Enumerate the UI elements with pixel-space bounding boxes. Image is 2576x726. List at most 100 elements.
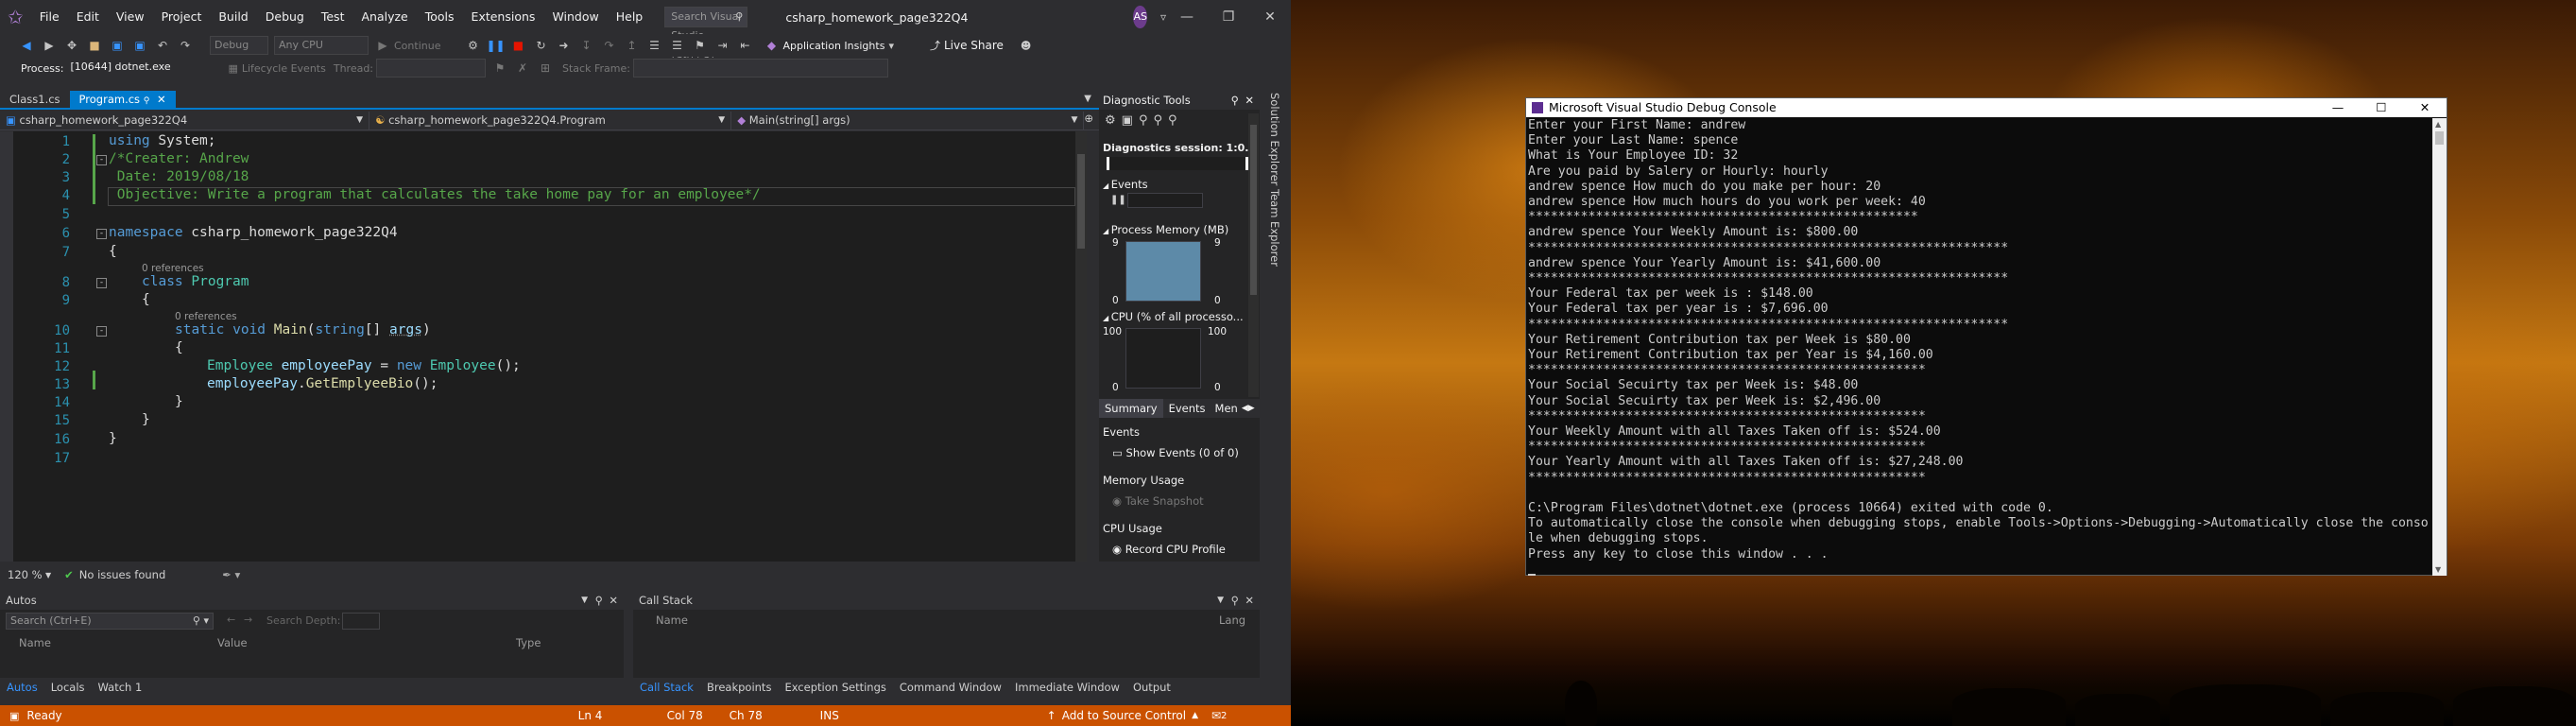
minimize-icon[interactable]: — [2316,98,2360,117]
menu-test[interactable]: Test [313,0,353,34]
console-scrollbar[interactable]: ▲ ▼ [2432,118,2447,576]
pin-icon[interactable]: ⚲ [1231,91,1239,110]
tab-overflow-icon[interactable]: ▼ [1084,91,1091,108]
tab-exception-settings[interactable]: Exception Settings [778,678,892,697]
live-share-icon[interactable]: ⤴ [930,38,940,53]
tab-events[interactable]: Events [1163,399,1211,418]
issues-status[interactable]: No issues found [79,568,165,581]
outdent-icon[interactable]: ⇤ [735,36,754,55]
tab-breakpoints[interactable]: Breakpoints [700,678,778,697]
scrollbar-thumb[interactable] [1077,154,1085,249]
notifications-icon[interactable]: ✉ [1211,709,1221,722]
lifecycle-events-button[interactable]: Lifecycle Events [242,62,326,75]
open-file-icon[interactable]: ■ [85,36,104,55]
visual-studio-logo-icon[interactable]: ✩ [8,5,24,29]
configuration-dropdown[interactable]: Debug [210,36,268,55]
column-lang[interactable]: Lang [1219,614,1245,627]
close-tab-icon[interactable]: ✕ [157,93,166,106]
split-icon[interactable]: ⊕ [1084,112,1093,130]
menu-window[interactable]: Window [543,0,607,34]
undo-icon[interactable]: ↶ [153,36,172,55]
flag-icon[interactable]: ⚑ [490,59,509,78]
step-over-icon[interactable]: ↷ [599,36,618,55]
column-name[interactable]: Name [19,636,51,649]
feedback-icon[interactable]: ☻ [1021,40,1031,52]
new-project-icon[interactable]: ✥ [62,36,81,55]
tab-output[interactable]: Output [1126,678,1177,697]
pause-icon[interactable]: ❚❚ [486,36,505,55]
status-line[interactable]: Ln 4 [578,709,667,722]
reset-zoom-icon[interactable]: ⚲ [1168,113,1177,134]
debug-console-window[interactable]: Microsoft Visual Studio Debug Console — … [1525,97,2447,576]
search-depth-dropdown[interactable] [342,613,380,630]
member-dropdown[interactable]: ◆ Main(string[] args) ▼ [731,112,1085,130]
column-name[interactable]: Name [656,614,688,627]
diagnostics-scrollbar[interactable] [1248,113,1259,397]
tab-scroll-icon[interactable]: ◀▶ [1242,399,1255,418]
autos-search-input[interactable]: Search (Ctrl+E) ⚲ ▾ [6,613,214,630]
chevron-up-icon[interactable]: ▲ [1192,711,1198,720]
collapse-icon[interactable]: ◢ [1103,227,1111,235]
bookmark-icon[interactable]: ⚑ [690,36,709,55]
comment-icon[interactable]: ☰ [667,36,686,55]
menu-help[interactable]: Help [608,0,652,34]
references-codelens[interactable]: 0 references [175,311,237,322]
references-codelens[interactable]: 0 references [142,263,204,274]
menu-debug[interactable]: Debug [257,0,313,34]
menu-extensions[interactable]: Extensions [463,0,544,34]
continue-icon[interactable]: ▶ [373,36,392,55]
application-insights-dropdown-icon[interactable]: ▾ [888,40,894,52]
close-icon[interactable]: ✕ [1249,0,1291,34]
maximize-icon[interactable]: ☐ [2360,98,2403,117]
forward-icon[interactable]: ▶ [40,36,59,55]
tab-autos[interactable]: Autos [0,678,44,697]
save-all-icon[interactable]: ▣ [130,36,149,55]
column-type[interactable]: Type [516,636,541,649]
menu-build[interactable]: Build [210,0,256,34]
timeline-ruler[interactable] [1107,157,1248,170]
menu-view[interactable]: View [108,0,153,34]
stack-frame-dropdown[interactable] [632,59,888,78]
application-insights-button[interactable]: Application Insights [782,40,884,52]
tab-team-explorer[interactable]: Team Explorer [1268,189,1281,267]
editor-vertical-scrollbar[interactable] [1075,131,1087,562]
hot-reload-icon[interactable]: ⚙ [463,36,482,55]
process-dropdown[interactable]: [10644] dotnet.exe [66,59,214,78]
tab-immediate-window[interactable]: Immediate Window [1008,678,1126,697]
pause-break-icon[interactable]: ❚❚ [1110,195,1126,205]
diag-icon[interactable]: ☰ [644,36,663,55]
restart-icon[interactable]: ↻ [531,36,550,55]
zoom-in-icon[interactable]: ⚲ [1139,113,1148,134]
continue-button[interactable]: Continue [394,40,440,52]
status-insert-mode[interactable]: INS [820,709,1047,722]
dropdown-icon[interactable]: ▼ [581,591,588,610]
menu-project[interactable]: Project [153,0,211,34]
scroll-down-icon[interactable]: ▼ [2435,565,2441,574]
record-cpu-button[interactable]: ◉ Record CPU Profile [1112,543,1226,556]
step-out-icon[interactable]: ↥ [622,36,641,55]
close-icon[interactable]: ✕ [609,591,618,610]
menu-edit[interactable]: Edit [68,0,108,34]
search-forward-icon[interactable]: → [244,614,252,626]
pin-icon[interactable]: ⚲ [144,96,150,106]
save-icon[interactable]: ▣ [108,36,127,55]
tab-locals[interactable]: Locals [44,678,92,697]
thread-dropdown[interactable] [376,59,487,78]
avatar[interactable]: AS [1133,6,1147,28]
dropdown-icon[interactable]: ▼ [1217,591,1224,610]
close-icon[interactable]: ✕ [2403,98,2447,117]
code-editor[interactable]: 1 2 3 4 5 6 7 8 9 10 11 12 13 14 15 16 1… [0,131,1087,562]
tab-call-stack[interactable]: Call Stack [633,678,700,697]
tab-class1[interactable]: Class1.cs [0,91,70,108]
status-column[interactable]: Col 78 [667,709,730,722]
indent-icon[interactable]: ⇥ [713,36,731,55]
zoom-dropdown-icon[interactable]: ▼ [45,571,51,579]
lifecycle-events-icon[interactable]: ▦ [228,62,237,75]
search-input[interactable]: Search Visual Studio (Ctrl+Q) ⚲ [664,7,748,60]
stop-icon[interactable]: ■ [508,36,527,55]
collapse-icon[interactable]: ◢ [1103,182,1111,190]
pin-icon[interactable]: ⚲ [1231,591,1239,610]
pin-icon[interactable]: ⚲ [595,591,603,610]
tab-solution-explorer[interactable]: Solution Explorer [1268,93,1281,185]
class-dropdown[interactable]: ☯ csharp_homework_page322Q4.Program ▼ [369,112,732,130]
